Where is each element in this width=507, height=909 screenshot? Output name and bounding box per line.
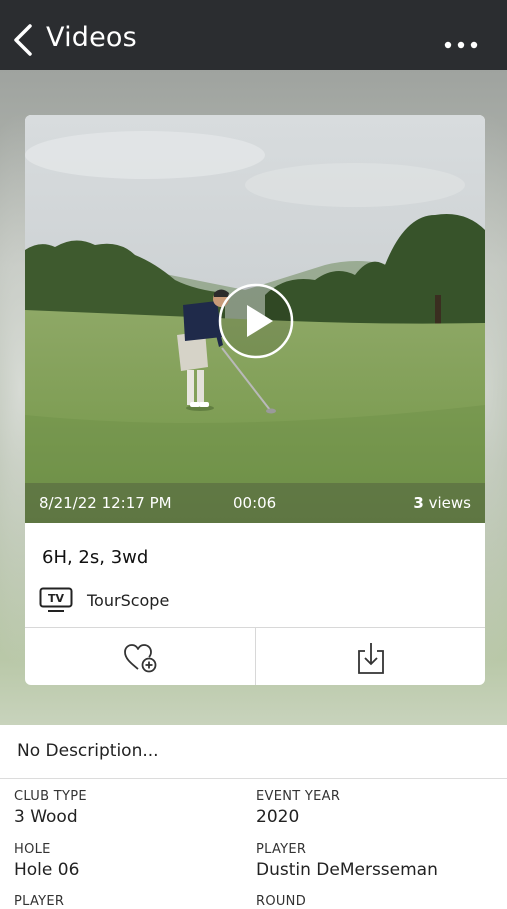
play-icon (218, 283, 294, 359)
top-nav-bar: Videos (0, 0, 507, 78)
video-card: 8/21/22 12:17 PM 00:06 3 views 6H, 2s, 3… (25, 115, 485, 685)
add-favorite-button[interactable] (25, 628, 255, 685)
detail-label: PLAYER (14, 894, 65, 909)
detail-label: PLAYER (256, 842, 307, 857)
detail-player-2: PLAYER (14, 894, 64, 909)
detail-label: HOLE (14, 842, 51, 857)
detail-club-type: CLUB TYPE 3 Wood (14, 789, 87, 827)
detail-label: CLUB TYPE (14, 789, 87, 804)
detail-label: ROUND (256, 894, 307, 909)
chevron-left-icon (14, 24, 32, 56)
download-icon (358, 643, 384, 674)
video-player[interactable]: 8/21/22 12:17 PM 00:06 3 views (25, 115, 485, 523)
video-duration: 00:06 (233, 494, 277, 512)
play-button[interactable] (218, 283, 294, 359)
detail-value: Dustin DeMersseman (256, 860, 438, 880)
tv-icon: TV (39, 587, 73, 612)
detail-value: 2020 (256, 807, 300, 827)
video-meta-bar: 8/21/22 12:17 PM 00:06 3 views (25, 483, 485, 523)
heart-add-icon (124, 644, 157, 673)
detail-event-year: EVENT YEAR 2020 (256, 789, 340, 827)
svg-text:TV: TV (48, 592, 65, 605)
detail-player: PLAYER Dustin DeMersseman (256, 842, 438, 880)
download-button[interactable] (256, 628, 485, 685)
views-count: 3 (413, 494, 424, 512)
source-name: TourScope (87, 591, 170, 610)
detail-label: EVENT YEAR (256, 789, 341, 804)
views-label: views (428, 494, 471, 512)
description-text: No Description... (17, 741, 159, 761)
video-title: 6H, 2s, 3wd (42, 547, 149, 568)
detail-value: 3 Wood (14, 807, 78, 827)
video-views: 3 views (413, 494, 471, 512)
detail-hole: HOLE Hole 06 (14, 842, 79, 880)
more-horizontal-icon (444, 41, 478, 49)
detail-value: Hole 06 (14, 860, 80, 880)
video-date: 8/21/22 12:17 PM (39, 494, 172, 512)
back-button[interactable] (10, 22, 40, 58)
detail-round: ROUND (256, 894, 306, 909)
page-title: Videos (46, 22, 137, 53)
video-actions (25, 627, 485, 685)
more-options-button[interactable] (443, 36, 479, 49)
video-details: CLUB TYPE 3 Wood EVENT YEAR 2020 HOLE Ho… (0, 779, 507, 909)
description-field[interactable]: No Description... (0, 725, 507, 779)
